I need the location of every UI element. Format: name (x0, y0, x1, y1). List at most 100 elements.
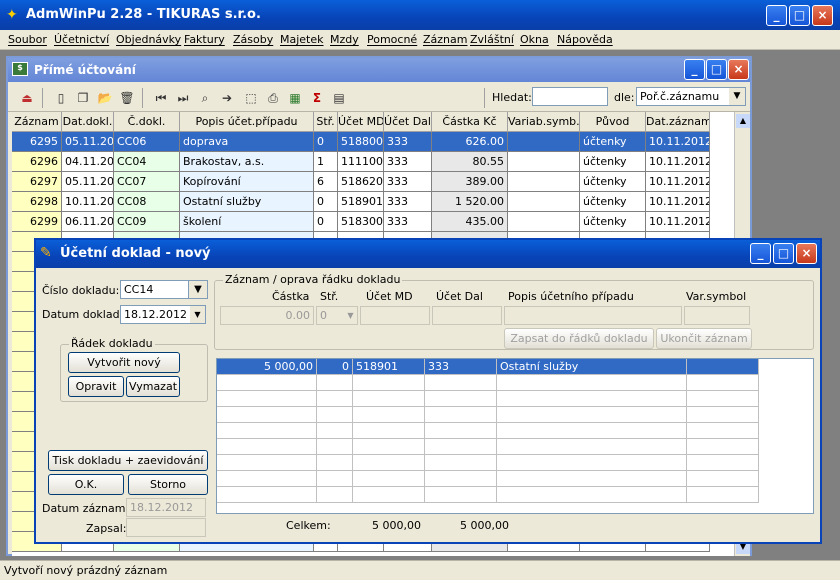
table-cell[interactable]: 518800 (338, 132, 384, 152)
table-cell[interactable]: 6299 (12, 212, 62, 232)
table-cell[interactable]: 10.11.2012 (646, 192, 710, 212)
scroll-up-icon[interactable]: ▲ (736, 114, 750, 128)
sum-icon[interactable]: Σ (308, 89, 326, 107)
menu-faktury[interactable]: Faktury (184, 33, 225, 46)
empty-line-cell[interactable] (425, 455, 497, 471)
menu-soubor[interactable]: Soubor (8, 33, 47, 46)
table-cell[interactable]: 626.00 (432, 132, 508, 152)
empty-line-cell[interactable] (317, 423, 353, 439)
edit-button[interactable]: Opravit (68, 376, 124, 397)
empty-line-cell[interactable] (687, 391, 759, 407)
table-cell[interactable]: 333 (384, 212, 432, 232)
empty-line-cell[interactable] (687, 423, 759, 439)
table-cell[interactable]: 518901 (338, 192, 384, 212)
line-cell[interactable] (687, 359, 759, 375)
empty-line-cell[interactable] (497, 407, 687, 423)
empty-line-cell[interactable] (425, 391, 497, 407)
table-cell[interactable]: 389.00 (432, 172, 508, 192)
empty-line-cell[interactable] (497, 439, 687, 455)
table-cell[interactable]: 1 520.00 (432, 192, 508, 212)
line-cell[interactable]: 333 (425, 359, 497, 375)
empty-line-cell[interactable] (425, 423, 497, 439)
empty-line-cell[interactable] (687, 455, 759, 471)
empty-line-cell[interactable] (687, 471, 759, 487)
table-cell[interactable]: 05.11.2012 (62, 132, 114, 152)
empty-line-cell[interactable] (497, 487, 687, 503)
search-by-select[interactable]: Poř.č.záznamu ▼ (636, 87, 746, 106)
empty-line-cell[interactable] (497, 423, 687, 439)
create-new-button[interactable]: Vytvořit nový (68, 352, 180, 373)
menu-majetek[interactable]: Majetek (280, 33, 324, 46)
new-record-icon[interactable]: ▯ (52, 89, 70, 107)
dialog-minimize-button[interactable]: _ (750, 243, 771, 264)
empty-line-cell[interactable] (353, 423, 425, 439)
close-button[interactable]: × (812, 5, 833, 26)
table-cell[interactable]: 6297 (12, 172, 62, 192)
empty-line-cell[interactable] (317, 471, 353, 487)
table-cell[interactable]: účtenky (580, 192, 646, 212)
empty-line-cell[interactable] (317, 439, 353, 455)
menu-objednavky[interactable]: Objednávky (116, 33, 181, 46)
delete-button[interactable]: Vymazat (126, 376, 180, 397)
table-cell[interactable]: 111100 (338, 152, 384, 172)
table-cell[interactable] (508, 212, 580, 232)
empty-line-cell[interactable] (497, 375, 687, 391)
table-cell[interactable]: 10.11.2012 (646, 152, 710, 172)
table-cell[interactable]: Kopírování (180, 172, 314, 192)
line-cell[interactable]: Ostatní služby (497, 359, 687, 375)
exit-icon[interactable]: ⏏ (18, 89, 36, 107)
table-cell[interactable]: 518300 (338, 212, 384, 232)
column-header[interactable]: Dat.dokl. (62, 112, 114, 132)
table-cell[interactable]: doprava (180, 132, 314, 152)
column-header[interactable]: Dat.záznamu (646, 112, 710, 132)
empty-line-cell[interactable] (317, 407, 353, 423)
empty-line-cell[interactable] (425, 407, 497, 423)
finish-record-button[interactable]: Ukončit záznam (656, 328, 752, 349)
table-cell[interactable]: 0 (314, 132, 338, 152)
empty-line-cell[interactable] (687, 439, 759, 455)
copy-icon[interactable]: ❐ (74, 89, 92, 107)
table-cell[interactable]: 6 (314, 172, 338, 192)
table-cell[interactable]: 6296 (12, 152, 62, 172)
table-cell[interactable] (508, 192, 580, 212)
dialog-close-button[interactable]: × (796, 243, 817, 264)
export-excel-icon[interactable]: ▦ (286, 89, 304, 107)
table-cell[interactable]: školení (180, 212, 314, 232)
empty-line-cell[interactable] (217, 423, 317, 439)
empty-line-cell[interactable] (217, 439, 317, 455)
empty-line-cell[interactable] (497, 455, 687, 471)
menu-pomocne[interactable]: Pomocné (367, 33, 417, 46)
search-input[interactable] (532, 87, 608, 106)
table-cell[interactable]: 435.00 (432, 212, 508, 232)
empty-line-cell[interactable] (353, 439, 425, 455)
table-cell[interactable]: 10.11.2012 (62, 192, 114, 212)
table-cell[interactable]: 333 (384, 172, 432, 192)
empty-line-cell[interactable] (353, 375, 425, 391)
table-cell[interactable]: účtenky (580, 152, 646, 172)
empty-line-cell[interactable] (217, 375, 317, 391)
table-cell[interactable]: 06.11.2012 (62, 212, 114, 232)
line-cell[interactable]: 518901 (353, 359, 425, 375)
table-cell[interactable]: 10.11.2012 (646, 172, 710, 192)
table-cell[interactable]: 333 (384, 132, 432, 152)
table-cell[interactable]: účtenky (580, 132, 646, 152)
table-cell[interactable]: 0 (314, 212, 338, 232)
empty-line-cell[interactable] (353, 407, 425, 423)
minimize-button[interactable]: _ (766, 5, 787, 26)
menu-napoveda[interactable]: Nápověda (557, 33, 613, 46)
table-cell[interactable]: 05.11.2012 (62, 172, 114, 192)
empty-line-cell[interactable] (687, 375, 759, 391)
child-maximize-button[interactable]: □ (706, 59, 727, 80)
child-close-button[interactable]: × (728, 59, 749, 80)
empty-line-cell[interactable] (317, 391, 353, 407)
chevron-down-icon[interactable]: ▼ (729, 88, 745, 105)
empty-line-cell[interactable] (687, 407, 759, 423)
storno-button[interactable]: Storno (128, 474, 208, 495)
maximize-button[interactable]: □ (789, 5, 810, 26)
column-header[interactable]: Účet MD (338, 112, 384, 132)
table-cell[interactable]: 10.11.2012 (646, 212, 710, 232)
first-record-icon[interactable]: ⏮ (152, 89, 170, 107)
table-cell[interactable]: CC06 (114, 132, 180, 152)
column-header[interactable]: Původ (580, 112, 646, 132)
dialog-maximize-button[interactable]: □ (773, 243, 794, 264)
